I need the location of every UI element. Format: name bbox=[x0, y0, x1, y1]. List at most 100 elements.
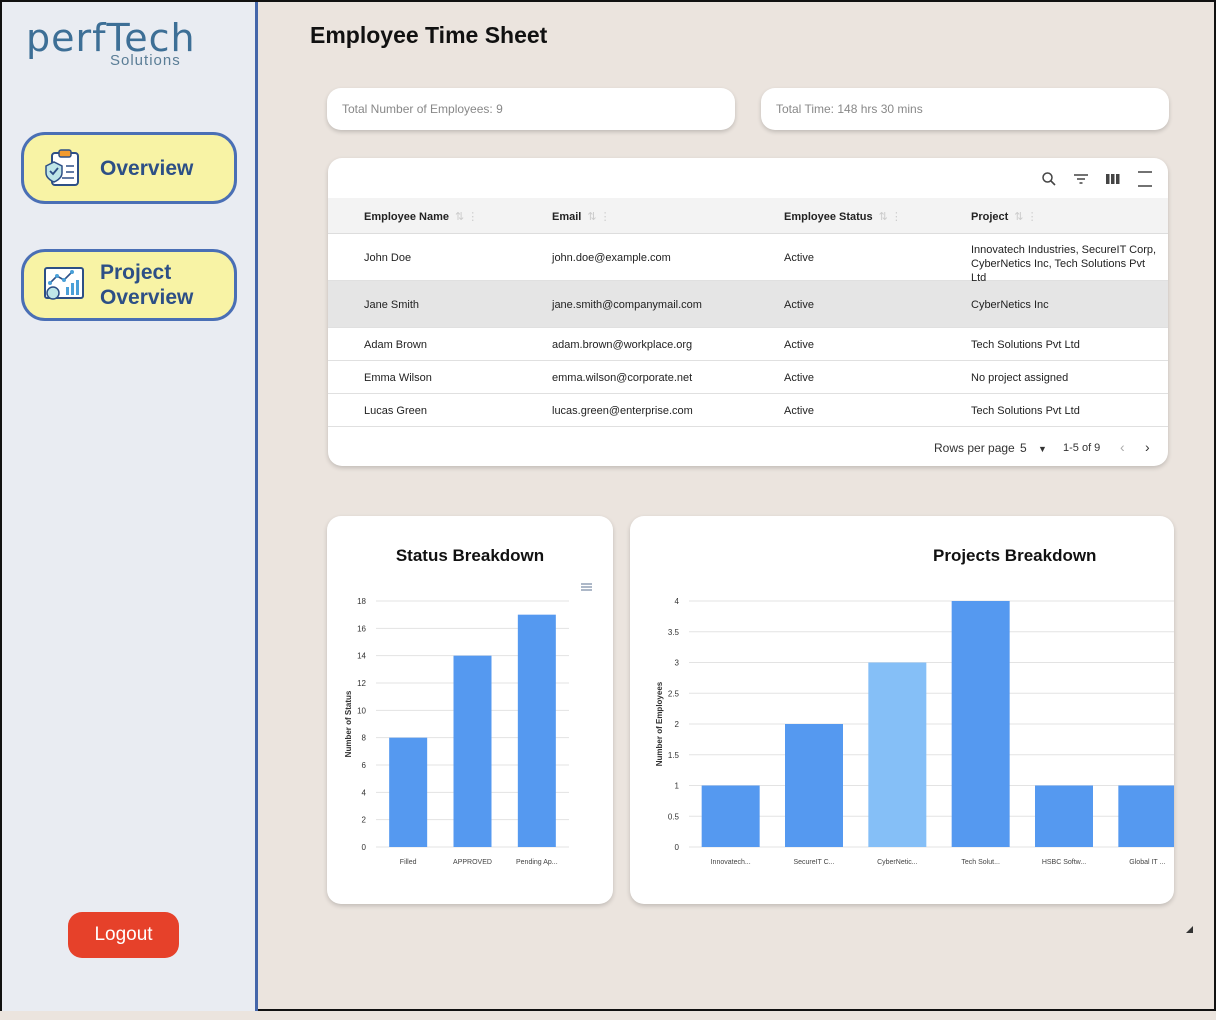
rows-per-page-value: 5 bbox=[1020, 441, 1027, 455]
nav-project-overview-line2: Overview bbox=[100, 286, 194, 309]
table-row[interactable]: Jane Smith jane.smith@companymail.com Ac… bbox=[328, 281, 1168, 328]
bar bbox=[1035, 785, 1093, 847]
cell-name: John Doe bbox=[364, 252, 412, 264]
y-tick-label: 10 bbox=[357, 706, 366, 715]
status-breakdown-card: Status Breakdown 0 2 4 6 8 10 12 14 16 18 Filled AP… bbox=[327, 516, 613, 904]
nav-project-overview-button[interactable]: Project Overview bbox=[21, 249, 237, 321]
nav-overview-label: Overview bbox=[100, 156, 194, 180]
x-tick-label: CyberNetic... bbox=[877, 859, 918, 866]
search-icon[interactable] bbox=[1040, 170, 1058, 188]
y-tick-label: 4 bbox=[362, 788, 367, 797]
presentation-chart-icon bbox=[44, 267, 84, 300]
prev-page-icon[interactable]: ‹ bbox=[1120, 439, 1125, 455]
cell-email: john.doe@example.com bbox=[552, 252, 671, 264]
y-tick-label: 8 bbox=[362, 734, 367, 743]
dropdown-caret-icon: ▼ bbox=[1038, 444, 1047, 454]
next-page-icon[interactable]: › bbox=[1145, 439, 1150, 455]
col-header-status[interactable]: Employee Status ⇅ ⋮ bbox=[784, 210, 902, 223]
cell-name: Jane Smith bbox=[364, 299, 420, 311]
y-tick-label: 1.5 bbox=[668, 751, 680, 760]
y-tick-label: 12 bbox=[357, 679, 366, 688]
cell-project: No project assigned bbox=[971, 372, 1069, 384]
cell-project: Tech Solutions Pvt Ltd bbox=[971, 339, 1080, 351]
bar bbox=[951, 601, 1010, 847]
bar bbox=[868, 662, 927, 847]
y-axis-label: Number of Employees bbox=[655, 681, 664, 766]
rows-per-page-select[interactable]: 5 ▼ bbox=[1020, 441, 1047, 455]
cell-name: Lucas Green bbox=[364, 405, 427, 417]
col-name-label: Employee Name bbox=[364, 211, 449, 223]
x-tick-label: Innovatech... bbox=[711, 859, 751, 866]
bar bbox=[1118, 785, 1174, 847]
cell-project: Innovatech Industries, SecureIT Corp, Cy… bbox=[971, 244, 1157, 284]
nav-project-overview-label: Project Overview bbox=[100, 260, 193, 310]
bar bbox=[453, 655, 492, 847]
nav-overview-button[interactable]: Overview bbox=[21, 132, 237, 204]
x-tick-label: Filled bbox=[400, 859, 417, 866]
cell-status: Active bbox=[784, 252, 814, 264]
x-tick-label: APPROVED bbox=[453, 859, 492, 866]
y-tick-label: 4 bbox=[675, 597, 680, 606]
y-tick-label: 2 bbox=[362, 816, 367, 825]
logout-button[interactable]: Logout bbox=[68, 912, 179, 958]
app-window: perfTech Solutions Overview Project Over… bbox=[0, 0, 1216, 1011]
col-status-label: Employee Status bbox=[784, 211, 873, 223]
bar bbox=[389, 737, 428, 847]
cell-project: CyberNetics Inc bbox=[971, 299, 1049, 311]
col-header-project[interactable]: Project ⇅ ⋮ bbox=[971, 210, 1038, 223]
table-row[interactable]: Emma Wilson emma.wilson@corporate.net Ac… bbox=[328, 361, 1168, 394]
cell-status: Active bbox=[784, 372, 814, 384]
table-row[interactable]: John Doe john.doe@example.com Active Inn… bbox=[328, 234, 1168, 284]
x-tick-label: Pending Ap... bbox=[516, 859, 558, 866]
columns-icon[interactable] bbox=[1104, 170, 1122, 188]
cell-email: emma.wilson@corporate.net bbox=[552, 372, 693, 384]
cell-name: Adam Brown bbox=[364, 339, 427, 351]
cell-email: jane.smith@companymail.com bbox=[552, 299, 702, 311]
rows-per-page-label: Rows per page bbox=[934, 441, 1015, 455]
y-tick-label: 6 bbox=[362, 761, 367, 770]
projects-breakdown-chart: 0 0.5 1 1.5 2 2.5 3 3.5 4 Innovatech... SecureIT C… bbox=[655, 597, 1174, 866]
bar bbox=[701, 785, 760, 847]
cell-status: Active bbox=[784, 405, 814, 417]
x-tick-label: Global IT ... bbox=[1129, 859, 1165, 866]
x-tick-label: HSBC Softw... bbox=[1042, 859, 1086, 866]
cell-email: adam.brown@workplace.org bbox=[552, 339, 693, 351]
bar bbox=[785, 724, 843, 847]
col-email-label: Email bbox=[552, 211, 582, 223]
employee-table: Employee Name ⇅ ⋮ Email ⇅ ⋮ Employee Statu… bbox=[328, 158, 1168, 466]
col-project-label: Project bbox=[971, 211, 1009, 223]
page-title: Employee Time Sheet bbox=[310, 22, 548, 48]
bar bbox=[517, 614, 556, 847]
y-tick-label: 1 bbox=[675, 782, 680, 791]
nav-project-overview-line1: Project bbox=[100, 261, 172, 284]
y-axis-label: Number of Status bbox=[344, 690, 353, 757]
cell-name: Emma Wilson bbox=[364, 372, 432, 384]
y-tick-label: 0 bbox=[362, 843, 367, 852]
projects-breakdown-card: Projects Breakdown 0 0.5 1 1.5 2 2.5 3 3.5 4 Inno… bbox=[630, 516, 1174, 904]
filter-icon[interactable] bbox=[1072, 170, 1090, 188]
resize-handle-icon[interactable] bbox=[1186, 926, 1194, 934]
y-tick-label: 0 bbox=[675, 843, 680, 852]
pagination-range: 1-5 of 9 bbox=[1063, 442, 1101, 454]
density-icon[interactable] bbox=[1136, 170, 1154, 188]
cell-status: Active bbox=[784, 299, 814, 311]
chart-menu-icon[interactable] bbox=[581, 583, 592, 591]
table-row[interactable]: Lucas Green lucas.green@enterprise.com A… bbox=[328, 394, 1168, 427]
table-toolbar bbox=[1040, 170, 1154, 188]
y-tick-label: 2.5 bbox=[668, 689, 680, 698]
y-tick-label: 16 bbox=[357, 624, 366, 633]
col-header-name[interactable]: Employee Name ⇅ ⋮ bbox=[364, 210, 478, 223]
cell-project: Tech Solutions Pvt Ltd bbox=[971, 405, 1080, 417]
logo-sub: Solutions bbox=[110, 52, 181, 69]
x-tick-label: SecureIT C... bbox=[793, 859, 834, 866]
y-tick-label: 18 bbox=[357, 597, 366, 606]
y-tick-label: 3 bbox=[675, 659, 680, 668]
col-header-email[interactable]: Email ⇅ ⋮ bbox=[552, 210, 611, 223]
table-row[interactable]: Adam Brown adam.brown@workplace.org Acti… bbox=[328, 328, 1168, 361]
y-tick-label: 0.5 bbox=[668, 812, 680, 821]
logo: perfTech Solutions bbox=[26, 16, 196, 69]
cell-status: Active bbox=[784, 339, 814, 351]
y-tick-label: 14 bbox=[357, 652, 366, 661]
stat-total-time: Total Time: 148 hrs 30 mins bbox=[761, 88, 1169, 130]
status-breakdown-chart: 0 2 4 6 8 10 12 14 16 18 Filled APPROVED Pending Ap.… bbox=[344, 583, 592, 866]
